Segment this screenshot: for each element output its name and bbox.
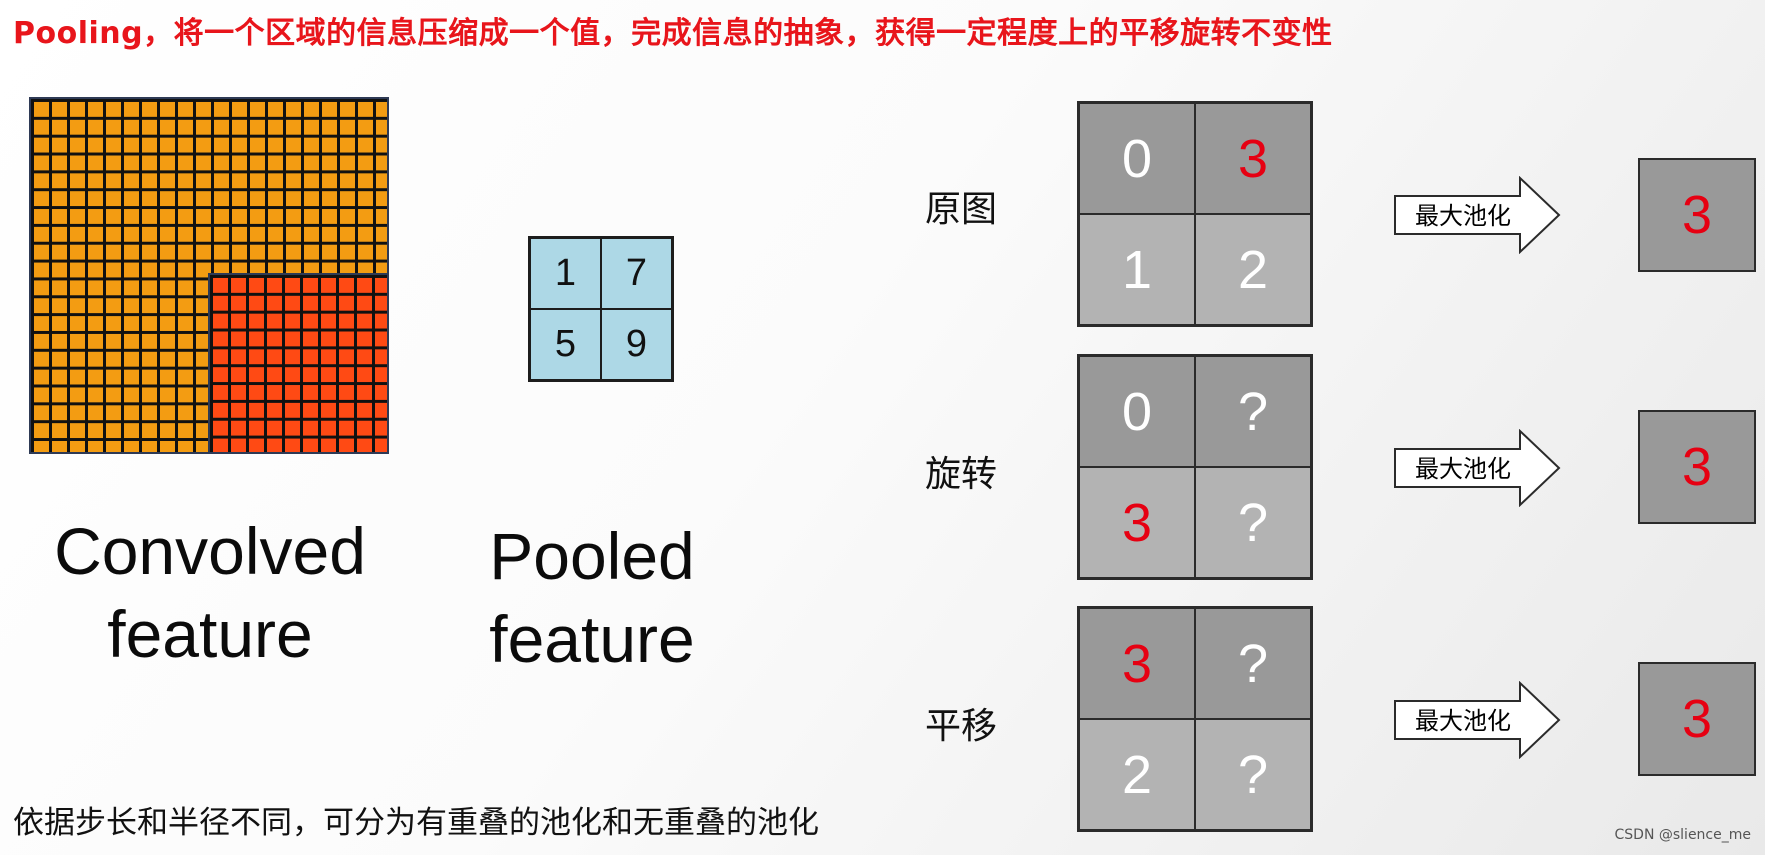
matrix-cell-max: 3 [1079,467,1195,578]
pooled-feature-caption: Pooled feature [452,515,732,680]
row-label-translation: 平移 [925,706,998,747]
result-box-translation: 3 [1638,662,1756,776]
matrix-cell: 0 [1079,356,1195,467]
matrix-cell: 2 [1079,719,1195,830]
matrix-rotation: 0 ? 3 ? [1077,354,1313,580]
matrix-cell: 2 [1195,214,1311,325]
row-label-rotation: 旋转 [925,454,998,495]
right-arrow-icon: 最大池化 [1394,176,1561,254]
matrix-translation: 3 ? 2 ? [1077,606,1313,832]
pooled-cell: 7 [601,238,672,309]
matrix-cell-max: 3 [1195,103,1311,214]
matrix-cell: ? [1195,356,1311,467]
matrix-cell: 0 [1079,103,1195,214]
matrix-original: 0 3 1 2 [1077,101,1313,327]
convolved-feature-caption: Convolved feature [20,510,400,675]
result-box-original: 3 [1638,158,1756,272]
arrow-label-max-pooling: 最大池化 [1415,455,1511,483]
matrix-cell: 1 [1079,214,1195,325]
right-arrow-icon: 最大池化 [1394,681,1561,759]
right-arrow-icon: 最大池化 [1394,429,1561,507]
arrow-label-max-pooling: 最大池化 [1415,707,1511,735]
pooled-cell: 1 [530,238,601,309]
pooled-cell: 9 [601,309,672,380]
matrix-cell: ? [1195,608,1311,719]
pooled-feature-grid: 1 7 5 9 [528,236,674,382]
matrix-cell: ? [1195,719,1311,830]
matrix-cell-max: 3 [1079,608,1195,719]
convolved-caption-line2: feature [107,596,313,671]
pooled-caption-line2: feature [489,601,695,676]
row-label-original: 原图 [925,189,998,230]
page-title: Pooling，将一个区域的信息压缩成一个值，完成信息的抽象，获得一定程度上的平… [13,16,1333,51]
matrix-cell: ? [1195,467,1311,578]
pooling-region-highlight [208,273,389,454]
pooled-caption-line1: Pooled [489,519,695,593]
watermark: CSDN @slience_me [1614,827,1752,843]
arrow-label-max-pooling: 最大池化 [1415,202,1511,230]
result-box-rotation: 3 [1638,410,1756,524]
pooled-cell: 5 [530,309,601,380]
footnote: 依据步长和半径不同，可分为有重叠的池化和无重叠的池化 [13,805,819,841]
convolved-caption-line1: Convolved [54,514,366,588]
